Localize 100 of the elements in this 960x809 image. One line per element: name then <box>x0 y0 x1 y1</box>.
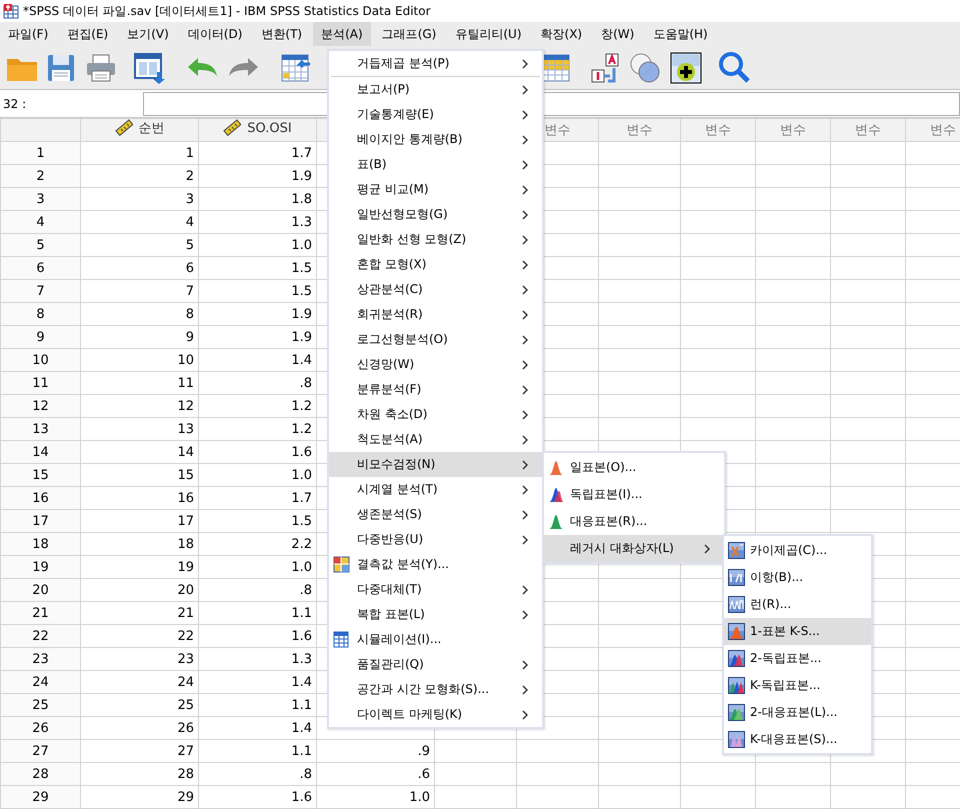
table-cell[interactable]: 1.6 <box>198 624 316 648</box>
table-cell[interactable]: 24 <box>80 670 198 694</box>
row-number[interactable]: 4 <box>0 210 80 234</box>
table-cell[interactable]: 1.4 <box>198 348 316 372</box>
table-cell[interactable]: .8 <box>198 578 316 602</box>
menu-item[interactable]: 창(W) <box>593 22 642 46</box>
row-number[interactable]: 9 <box>0 326 80 348</box>
row-number[interactable]: 12 <box>0 394 80 418</box>
table-cell[interactable]: 22 <box>80 624 198 648</box>
menu-item[interactable]: 유틸리티(U) <box>447 22 530 46</box>
table-cell[interactable]: 1.7 <box>198 486 316 510</box>
table-cell[interactable]: 28 <box>80 762 198 786</box>
menu-item[interactable]: 이항(B)... <box>724 564 871 591</box>
table-cell[interactable]: 8 <box>80 302 198 326</box>
save-icon[interactable] <box>46 52 76 82</box>
row-number[interactable]: 13 <box>0 418 80 440</box>
table-cell[interactable]: 13 <box>80 418 198 440</box>
table-cell[interactable]: 19 <box>80 556 198 578</box>
row-number[interactable]: 6 <box>0 256 80 280</box>
table-cell[interactable]: 7 <box>80 280 198 302</box>
menu-item[interactable]: 독립표본(I)... <box>544 481 724 508</box>
table-cell[interactable]: 11 <box>80 372 198 394</box>
row-number[interactable]: 26 <box>0 716 80 740</box>
table-cell[interactable]: 3 <box>80 188 198 210</box>
menu-item[interactable]: 1-표본 K-S... <box>724 618 871 645</box>
table-cell[interactable]: 1 <box>80 142 198 164</box>
table-cell[interactable]: 1.0 <box>316 786 434 808</box>
menu-item[interactable]: 생존분석(S) <box>329 502 542 527</box>
menu-item[interactable]: 로그선형분석(O) <box>329 327 542 352</box>
menu-item[interactable]: 회귀분석(R) <box>329 302 542 327</box>
table-cell[interactable]: 1.2 <box>198 418 316 440</box>
menu-item[interactable]: 베이지안 통계량(B) <box>329 127 542 152</box>
row-number[interactable]: 23 <box>0 648 80 670</box>
row-number[interactable]: 17 <box>0 510 80 532</box>
menu-item[interactable]: 런(R)... <box>724 591 871 618</box>
table-cell[interactable]: 1.0 <box>198 464 316 486</box>
menu-item[interactable]: 다이렉트 마케팅(K) <box>329 702 542 727</box>
menu-item[interactable]: 비모수검정(N) <box>329 452 542 477</box>
table-cell[interactable]: 1.3 <box>198 210 316 234</box>
menu-item[interactable]: 차원 축소(D) <box>329 402 542 427</box>
row-number[interactable]: 8 <box>0 302 80 326</box>
table-cell[interactable]: 6 <box>80 256 198 280</box>
menu-item[interactable]: 혼합 모형(X) <box>329 252 542 277</box>
table-cell[interactable]: 1.2 <box>198 394 316 418</box>
table-cell[interactable]: 1.1 <box>198 694 316 716</box>
table-cell[interactable]: 21 <box>80 602 198 624</box>
menu-item[interactable]: 2-독립표본... <box>724 645 871 672</box>
menu-item[interactable]: 2-대응표본(L)... <box>724 699 871 726</box>
row-number[interactable]: 5 <box>0 234 80 256</box>
table-cell[interactable]: 1.1 <box>198 740 316 762</box>
menu-item[interactable]: 그래프(G) <box>374 22 444 46</box>
menu-item[interactable]: 공간과 시간 모형화(S)... <box>329 677 542 702</box>
menu-item[interactable]: 다중대체(T) <box>329 577 542 602</box>
row-number[interactable]: 29 <box>0 786 80 808</box>
menu-item[interactable]: 도움말(H) <box>645 22 716 46</box>
menu-item[interactable]: 척도분석(A) <box>329 427 542 452</box>
row-number[interactable]: 11 <box>0 372 80 394</box>
table-cell[interactable]: 1.8 <box>198 188 316 210</box>
menu-item[interactable]: 결측값 분석(Y)... <box>329 552 542 577</box>
row-number[interactable]: 24 <box>0 670 80 694</box>
circles-icon[interactable] <box>629 52 661 84</box>
row-number[interactable]: 22 <box>0 624 80 648</box>
table-cell[interactable]: 16 <box>80 486 198 510</box>
table-cell[interactable]: 5 <box>80 234 198 256</box>
menu-item[interactable]: 표(B) <box>329 152 542 177</box>
table-cell[interactable]: 2.2 <box>198 532 316 556</box>
menu-item[interactable]: 편집(E) <box>59 22 116 46</box>
table-cell[interactable]: 1.5 <box>198 256 316 280</box>
table-cell[interactable]: 4 <box>80 210 198 234</box>
menu-item[interactable]: 변환(T) <box>253 22 310 46</box>
menu-item[interactable]: 분석(A) <box>313 22 371 46</box>
table-cell[interactable]: 10 <box>80 348 198 372</box>
table-cell[interactable]: 14 <box>80 440 198 464</box>
menu-item[interactable]: 일표본(O)... <box>544 454 724 481</box>
print-icon[interactable] <box>85 52 117 82</box>
table-cell[interactable]: .9 <box>316 740 434 762</box>
menu-item[interactable]: 레거시 대화상자(L) <box>544 535 724 562</box>
table-cell[interactable]: 1.1 <box>198 602 316 624</box>
row-number[interactable]: 10 <box>0 348 80 372</box>
row-number[interactable]: 19 <box>0 556 80 578</box>
table-cell[interactable]: 27 <box>80 740 198 762</box>
table-cell[interactable]: 18 <box>80 532 198 556</box>
menu-item[interactable]: 대응표본(R)... <box>544 508 724 535</box>
window-arrow-icon[interactable] <box>133 52 165 84</box>
search-icon[interactable] <box>718 50 750 84</box>
row-number[interactable]: 14 <box>0 440 80 464</box>
row-number[interactable]: 27 <box>0 740 80 762</box>
menu-item[interactable]: 다중반응(U) <box>329 527 542 552</box>
menu-item[interactable]: 평균 비교(M) <box>329 177 542 202</box>
menu-item[interactable]: 확장(X) <box>532 22 590 46</box>
table-cell[interactable]: 20 <box>80 578 198 602</box>
table-cell[interactable]: 1.6 <box>198 440 316 464</box>
table-cell[interactable]: 1.7 <box>198 142 316 164</box>
menu-item[interactable]: 기술통계량(E) <box>329 102 542 127</box>
menu-item[interactable]: K-독립표본... <box>724 672 871 699</box>
menu-item[interactable]: K-대응표본(S)... <box>724 726 871 753</box>
table-cell[interactable]: 1.4 <box>198 670 316 694</box>
table-cell[interactable]: .8 <box>198 372 316 394</box>
menu-item[interactable]: 보고서(P) <box>329 77 542 102</box>
table-cell[interactable]: 1.3 <box>198 648 316 670</box>
